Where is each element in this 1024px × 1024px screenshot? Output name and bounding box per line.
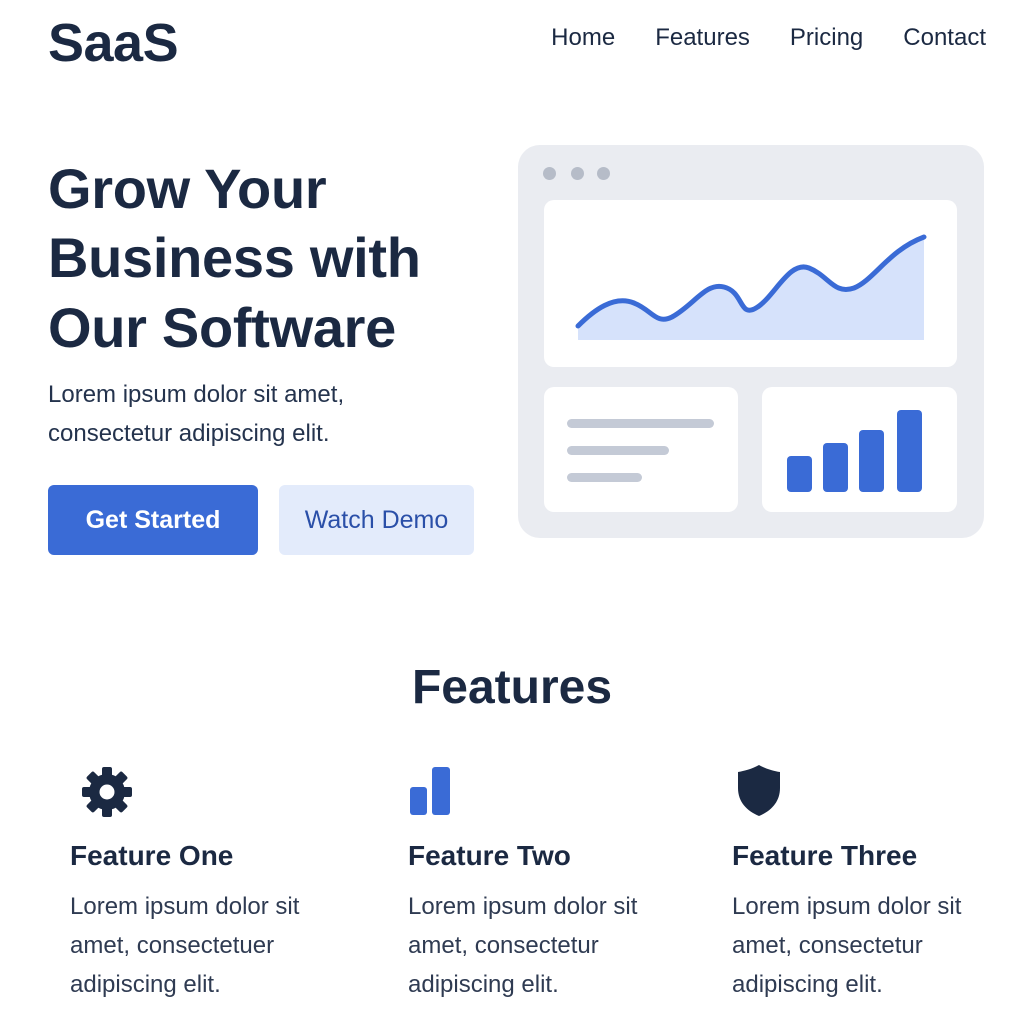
main-nav: Home Features Pricing Contact — [551, 24, 986, 53]
feature-title: Feature Three — [732, 840, 918, 871]
get-started-button[interactable]: Get Started — [48, 485, 258, 555]
watch-demo-button[interactable]: Watch Demo — [279, 485, 474, 555]
feature-title: Feature One — [70, 840, 234, 871]
text-line-placeholder — [567, 473, 642, 482]
gear-icon — [80, 765, 134, 824]
text-lines-card — [544, 387, 738, 512]
nav-pricing-link[interactable]: Pricing — [790, 24, 863, 53]
mini-bar — [787, 456, 812, 492]
area-fill — [578, 237, 924, 340]
area-chart-card — [544, 200, 957, 367]
feature-description: Lorem ipsum dolor sit amet, consectetuer… — [70, 893, 300, 998]
feature-description: Lorem ipsum dolor sit amet, consectetur … — [408, 893, 638, 998]
dashboard-illustration — [518, 145, 984, 538]
nav-contact-link[interactable]: Contact — [903, 24, 986, 53]
hero-subtitle: Lorem ipsum dolor sit amet, consectetur … — [48, 381, 345, 447]
features-heading: Features — [411, 661, 613, 714]
text-line-placeholder — [567, 446, 669, 455]
window-dot — [597, 167, 610, 180]
window-dot — [571, 167, 584, 180]
mini-bar — [823, 443, 848, 492]
feature-title: Feature Two — [408, 840, 571, 871]
bar-chart-card — [762, 387, 957, 512]
area-chart-icon — [575, 234, 927, 340]
logo[interactable]: SaaS — [48, 13, 179, 73]
window-dot — [543, 167, 556, 180]
nav-home-link[interactable]: Home — [551, 24, 615, 53]
bar-chart-icon — [409, 766, 453, 823]
text-line-placeholder — [567, 419, 714, 428]
mini-bar — [897, 410, 922, 492]
feature-description: Lorem ipsum dolor sit amet, consectetur … — [732, 893, 962, 998]
hero-title: Grow Your Business with Our Software — [48, 157, 421, 359]
mini-bar — [859, 430, 884, 492]
shield-icon — [736, 764, 782, 823]
nav-features-link[interactable]: Features — [655, 24, 750, 53]
